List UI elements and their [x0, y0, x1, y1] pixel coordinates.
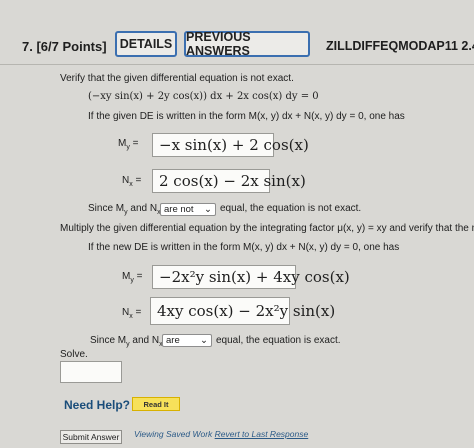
since-text-1: Since My and Nx [88, 203, 161, 216]
differential-equation: (−xy sin(x) + 2y cos(x)) dx + 2x cos(x) … [88, 91, 319, 102]
read-it-button[interactable]: Read It [132, 397, 180, 411]
since-post-2: equal, the equation is exact. [216, 335, 341, 346]
revert-link[interactable]: Revert to Last Response [215, 429, 309, 439]
form-text: If the given DE is written in the form M… [88, 111, 405, 122]
question-header: 7. [6/7 Points] DETAILS PREVIOUS ANSWERS… [0, 24, 474, 64]
new-de-text: If the new DE is written in the form M(x… [88, 242, 400, 253]
nx-label: Nx = [122, 175, 142, 188]
question-number: 7. [6/7 Points] [22, 39, 107, 54]
saved-work-note: Viewing Saved Work Revert to Last Respon… [134, 429, 309, 439]
since-text-2: Since My and Nx [90, 335, 163, 348]
select-value: are [166, 335, 180, 346]
details-button[interactable]: DETAILS [115, 31, 177, 57]
my-label: My = [118, 138, 139, 151]
nx-answer-box[interactable]: 2 cos(x) − 2x sin(x) [152, 169, 306, 193]
previous-answers-button[interactable]: PREVIOUS ANSWERS [184, 30, 310, 58]
exactness-select-1[interactable]: are not ⌄ [160, 203, 216, 216]
nx2-answer-box[interactable]: 4xy cos(x) − 2x²y sin(x) [150, 297, 335, 325]
chevron-down-icon: ⌄ [204, 204, 212, 215]
select-value: are not [164, 204, 194, 215]
instruction-text: Verify that the given differential equat… [60, 73, 294, 84]
exactness-select-2[interactable]: are ⌄ [162, 334, 212, 347]
need-help-label: Need Help? [64, 398, 131, 412]
solve-label: Solve. [60, 349, 88, 360]
my2-answer-box[interactable]: −2x²y sin(x) + 4xy cos(x) [152, 265, 350, 289]
since-post-1: equal, the equation is not exact. [220, 203, 362, 214]
multiply-text: Multiply the given differential equation… [60, 223, 474, 234]
my2-label: My = [122, 271, 143, 284]
submit-answer-button[interactable]: Submit Answer [60, 430, 122, 444]
question-body: Verify that the given differential equat… [0, 65, 474, 448]
chevron-down-icon: ⌄ [200, 335, 208, 346]
my-answer-box[interactable]: −x sin(x) + 2 cos(x) [152, 133, 309, 157]
course-code: ZILLDIFFEQMODAP11 2.4.0 [326, 39, 474, 53]
nx2-label: Nx = [122, 307, 142, 320]
solve-answer-box[interactable] [60, 361, 122, 383]
